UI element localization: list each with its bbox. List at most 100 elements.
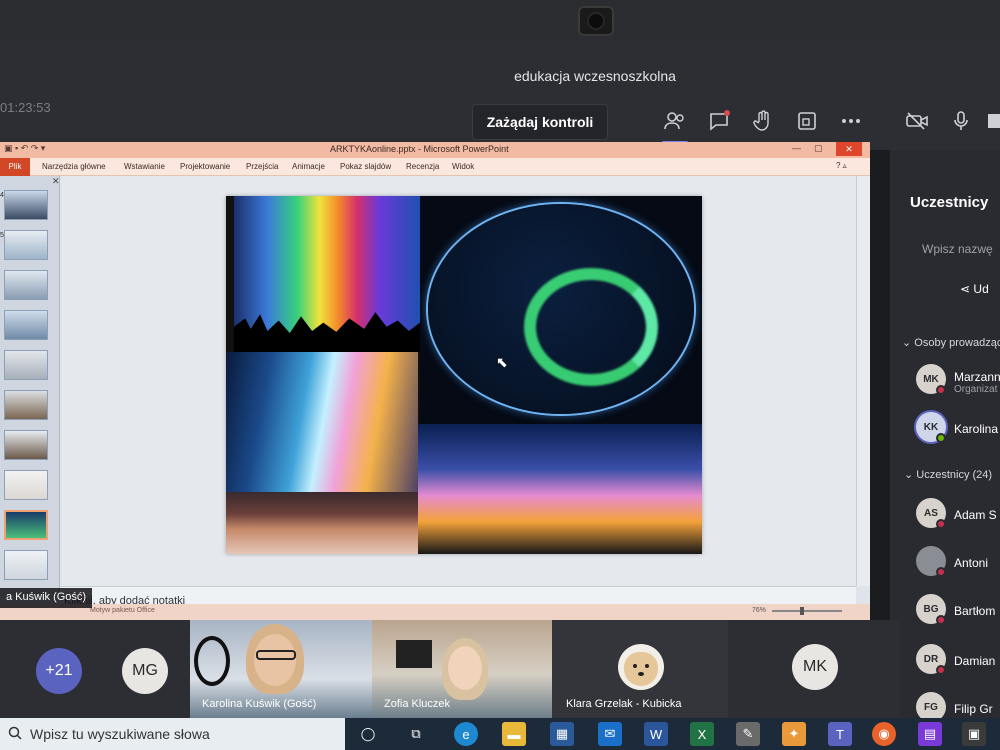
ppt-status-bar: Motyw pakietu Office 76%	[0, 604, 870, 620]
participants-icon[interactable]	[662, 108, 688, 144]
tab-view[interactable]: Widok	[452, 162, 474, 171]
slide-thumbnail[interactable]	[4, 230, 48, 260]
search-icon	[8, 726, 22, 745]
share-screen-icon[interactable]	[988, 108, 1000, 134]
chevron-down-icon: ⌄	[902, 337, 915, 349]
share-invite-button[interactable]: ⋖ Ud	[960, 282, 989, 296]
vertical-scrollbar[interactable]	[856, 176, 870, 586]
more-participants-button[interactable]: +21	[36, 648, 82, 694]
video-tile[interactable]: Karolina Kuświk (Gość)	[190, 620, 372, 718]
file-explorer-icon[interactable]: ▬	[502, 722, 526, 746]
tab-transitions[interactable]: Przejścia	[246, 162, 278, 171]
avatar: MG	[122, 648, 168, 694]
participant-row[interactable]: MK Marzanna Organizat	[916, 364, 1000, 398]
participant-row[interactable]: DR Damian	[916, 644, 1000, 678]
quick-access-toolbar[interactable]: ▣ ▪ ↶ ↷ ▾	[4, 143, 45, 154]
video-tile[interactable]: MK	[728, 620, 900, 718]
participant-row[interactable]: Antoni	[916, 546, 1000, 580]
tab-home[interactable]: Narzędzia główne	[42, 162, 106, 171]
laptop-bezel	[0, 0, 1000, 40]
more-options-icon[interactable]	[838, 108, 864, 134]
status-badge	[936, 567, 946, 577]
background-monitor	[396, 640, 432, 668]
participant-row[interactable]: KK Karolina	[916, 412, 1000, 446]
app-icon[interactable]: ✦	[782, 722, 806, 746]
organizers-label: Osoby prowadzące	[914, 337, 1000, 349]
participant-role: Organizat	[954, 384, 998, 395]
slide-thumbnail[interactable]	[4, 270, 48, 300]
webcam	[578, 6, 614, 36]
slide-thumbnail[interactable]	[4, 310, 48, 340]
status-badge	[936, 385, 946, 395]
ppt-window-title: ARKTYKAonline.pptx - Microsoft PowerPoin…	[330, 144, 509, 154]
meeting-title: edukacja wczesnoszkolna	[514, 68, 676, 84]
slide-thumbnail[interactable]	[4, 190, 48, 220]
mail-icon[interactable]: ✉	[598, 722, 622, 746]
status-badge	[936, 519, 946, 529]
camera-off-icon[interactable]	[904, 108, 930, 134]
tile-name: Karolina Kuświk (Gość)	[202, 698, 317, 710]
windows-taskbar: Wpisz tu wyszukiwane słowa ◯ ⧉ e ▬ ▦ ✉ W…	[0, 718, 1000, 750]
slide-thumbnail-selected[interactable]	[4, 510, 48, 540]
video-tile[interactable]: Zofia Kluczek	[372, 620, 552, 718]
participants-count-label: Uczestnicy (24)	[916, 469, 993, 481]
slide-thumbnail[interactable]	[4, 350, 48, 380]
zoom-slider[interactable]	[772, 607, 842, 615]
edge-icon[interactable]: e	[454, 722, 478, 746]
participant-name: Marzanna	[954, 370, 1000, 384]
store-icon[interactable]: ▦	[550, 722, 574, 746]
taskbar-search-placeholder: Wpisz tu wyszukiwane słowa	[30, 726, 210, 742]
earth-globe	[428, 204, 694, 414]
request-control-button[interactable]: Zażądaj kontroli	[472, 104, 608, 140]
slide-thumbnail[interactable]	[4, 550, 48, 580]
participant-row[interactable]: BG Bartłom	[916, 594, 1000, 628]
app-icon[interactable]: ▤	[918, 722, 942, 746]
meeting-timer: 01:23:53	[0, 100, 51, 115]
slide-thumbnail[interactable]	[4, 470, 48, 500]
breakout-rooms-icon[interactable]	[794, 108, 820, 134]
help-icon[interactable]: ? ▵	[836, 161, 847, 170]
tab-slideshow[interactable]: Pokaz slajdów	[340, 162, 391, 171]
tab-insert[interactable]: Wstawianie	[124, 162, 165, 171]
slide-thumbnail[interactable]	[4, 390, 48, 420]
tab-design[interactable]: Projektowanie	[180, 162, 230, 171]
close-pane-icon[interactable]: ✕	[52, 176, 60, 187]
chat-icon[interactable]	[706, 108, 732, 134]
ppt-title-bar: ▣ ▪ ↶ ↷ ▾ ARKTYKAonline.pptx - Microsoft…	[0, 142, 870, 158]
paint-icon[interactable]: ✎	[736, 722, 760, 746]
participant-search-input[interactable]: Wpisz nazwę	[922, 242, 993, 256]
participant-name: Adam S	[954, 508, 997, 522]
minimize-icon[interactable]: —	[792, 143, 801, 153]
aurora-forest-image	[234, 196, 420, 352]
microphone-icon[interactable]	[948, 108, 974, 134]
status-badge	[936, 615, 946, 625]
firefox-icon[interactable]: ◉	[872, 722, 896, 746]
zoom-level: 76%	[752, 607, 767, 614]
dog-avatar-icon	[618, 644, 664, 690]
word-icon[interactable]: W	[644, 722, 668, 746]
task-view-icon[interactable]: ⧉	[404, 722, 428, 746]
cortana-icon[interactable]: ◯	[356, 722, 380, 746]
video-tile[interactable]: Klara Grzelak - Kubicka	[552, 620, 728, 718]
participants-section[interactable]: ⌄ Uczestnicy (24)	[904, 468, 992, 481]
teams-icon[interactable]: T	[828, 722, 852, 746]
raise-hand-icon[interactable]	[750, 108, 776, 134]
app-icon[interactable]: ▣	[962, 722, 986, 746]
tab-animations[interactable]: Animacje	[292, 162, 325, 171]
excel-icon[interactable]: X	[690, 722, 714, 746]
participant-name: Antoni	[954, 556, 989, 570]
tab-file[interactable]: Plik	[0, 158, 30, 176]
status-badge	[936, 665, 946, 675]
aurora-globe-image	[420, 196, 702, 424]
close-icon[interactable]: ✕	[836, 142, 862, 156]
maximize-icon[interactable]: ▢	[814, 143, 823, 154]
participant-row[interactable]: AS Adam S	[916, 498, 1000, 532]
theme-status: Motyw pakietu Office	[90, 607, 155, 614]
slide-aurora-collage[interactable]	[226, 196, 702, 554]
slide-thumbnail[interactable]	[4, 430, 48, 460]
taskbar-search-input[interactable]: Wpisz tu wyszukiwane słowa	[0, 718, 345, 750]
participant-name: Karolina	[954, 422, 999, 436]
tab-review[interactable]: Recenzja	[406, 162, 439, 171]
organizers-section[interactable]: ⌄ Osoby prowadzące	[902, 336, 1000, 349]
participant-name: Filip Gr	[954, 702, 993, 716]
